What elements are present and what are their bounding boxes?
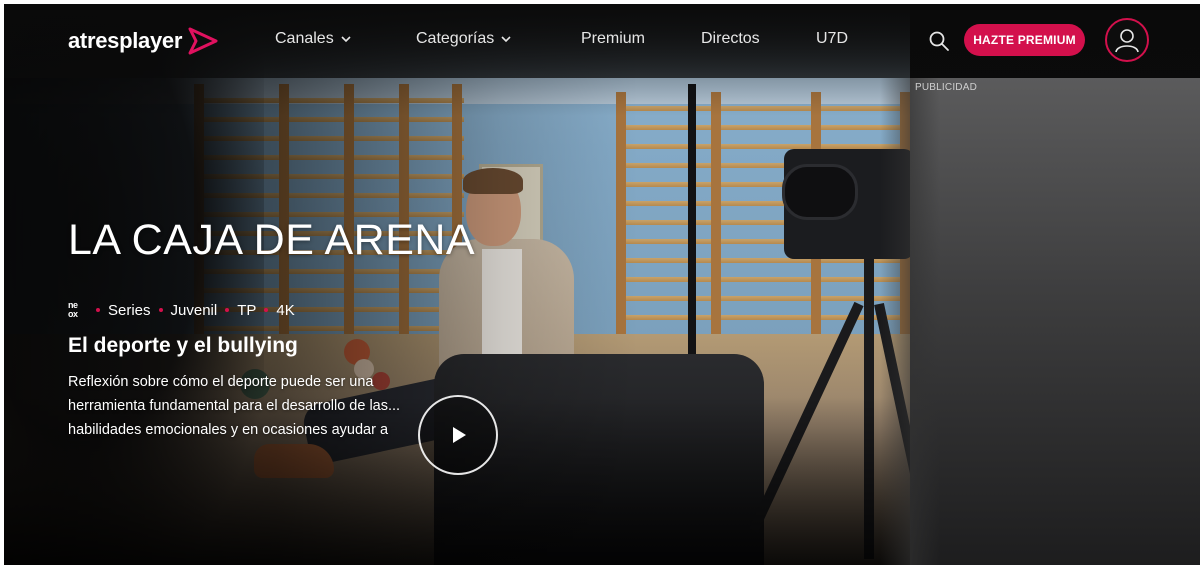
- nav-u7d-label: U7D: [816, 30, 849, 47]
- tag-rating: TP: [237, 301, 257, 319]
- separator-dot: [158, 308, 163, 312]
- tag-category: Juvenil: [170, 301, 218, 319]
- synopsis-line: habilidades emocionales y en ocasiones a…: [68, 422, 389, 438]
- nav-canales[interactable]: Canales: [275, 30, 352, 48]
- top-navigation-bar: atresplayer Canales Categorías Premium D…: [4, 4, 1200, 78]
- ad-label: PUBLICIDAD: [915, 82, 978, 93]
- show-title: LA CAJA DE ARENA: [68, 216, 476, 264]
- hazte-premium-button[interactable]: HAZTE PREMIUM: [964, 24, 1085, 56]
- search-icon[interactable]: [928, 30, 950, 52]
- show-meta: ne ox Series Juvenil TP 4K: [68, 299, 295, 321]
- atresplayer-logo[interactable]: atresplayer: [68, 24, 220, 58]
- user-icon: [1115, 29, 1139, 53]
- episode-title: El deporte y el bullying: [68, 334, 298, 357]
- chevron-down-icon: [341, 36, 351, 43]
- synopsis-line: herramienta fundamental para el desarrol…: [68, 398, 401, 414]
- tag-genre: Series: [108, 301, 151, 319]
- tag-quality: 4K: [276, 301, 295, 319]
- nav-canales-label: Canales: [275, 30, 334, 47]
- nav-directos[interactable]: Directos: [701, 30, 760, 48]
- ad-panel[interactable]: PUBLICIDAD: [880, 78, 1200, 565]
- play-icon: [453, 427, 466, 443]
- logo-chevron-icon: [188, 27, 218, 55]
- nav-directos-label: Directos: [701, 30, 760, 47]
- separator-dot: [96, 308, 100, 312]
- nav-categorias[interactable]: Categorías: [416, 30, 512, 48]
- hero-banner[interactable]: [4, 4, 910, 565]
- channel-logo-bottom: ox: [68, 309, 78, 319]
- separator-dot: [225, 308, 230, 312]
- nav-premium[interactable]: Premium: [581, 30, 645, 48]
- nav-categorias-label: Categorías: [416, 30, 495, 47]
- chevron-down-icon: [501, 36, 511, 43]
- hero-gradient-overlay: [4, 4, 910, 565]
- user-avatar-button[interactable]: [1105, 18, 1149, 62]
- nav-u7d[interactable]: U7D: [816, 30, 848, 48]
- synopsis-line: Reflexión sobre cómo el deporte puede se…: [68, 374, 374, 390]
- separator-dot: [264, 308, 269, 312]
- nav-premium-label: Premium: [581, 30, 646, 47]
- logo-text: atresplayer: [68, 28, 183, 53]
- episode-synopsis: Reflexión sobre cómo el deporte puede se…: [68, 370, 428, 442]
- app-frame: PUBLICIDAD atresplayer Canales Categoría…: [4, 4, 1200, 565]
- neox-channel-logo: ne ox: [68, 299, 88, 321]
- play-button[interactable]: [418, 395, 498, 475]
